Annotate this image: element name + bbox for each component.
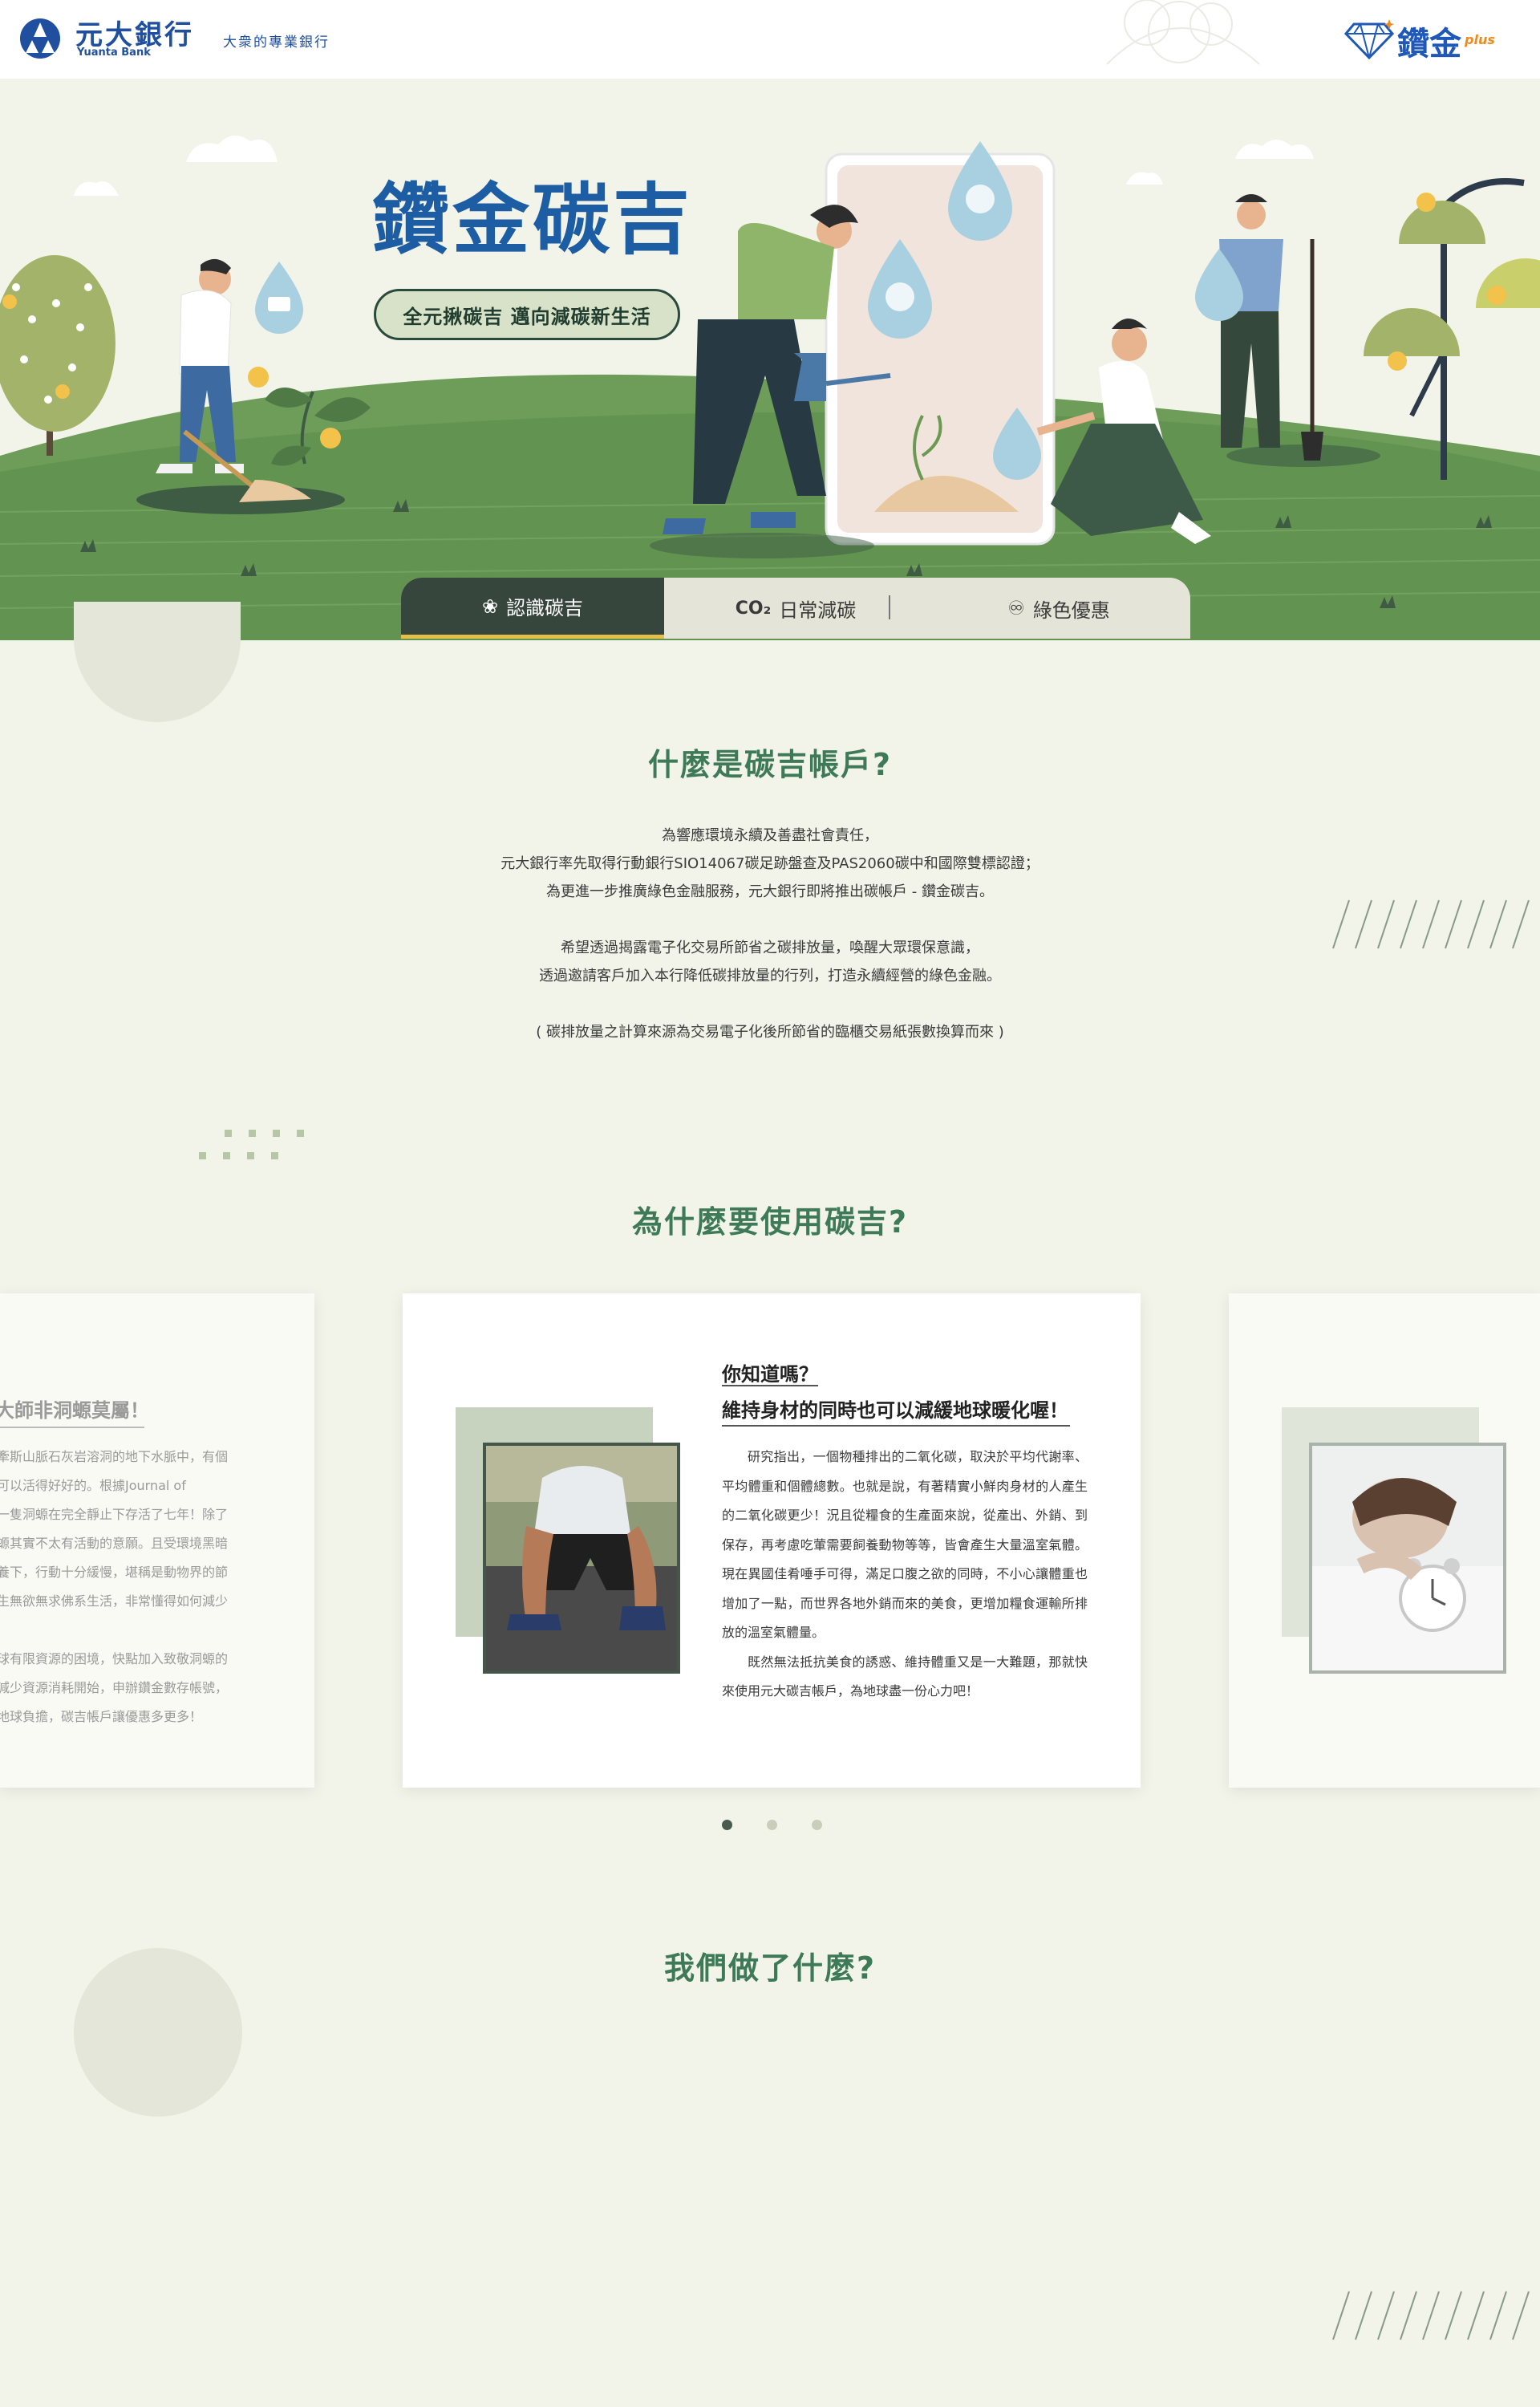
co2-icon: CO₂ <box>735 598 772 619</box>
tab-label: 認識碳吉 <box>506 597 584 619</box>
tab-label: 綠色優惠 <box>1032 599 1110 622</box>
tab-green-offers[interactable]: ♾ 綠色優惠 <box>927 578 1190 639</box>
header-floral-decoration <box>1106 0 1260 65</box>
heading-underline <box>0 1427 144 1428</box>
question-underline <box>722 1385 818 1386</box>
card-paragraph: 既然無法抵抗美食的誘惑、維持體重又是一大難題，那就快來使用元大碳吉帳戶，為地球盡… <box>722 1654 1088 1699</box>
bank-tagline: 大衆的專業銀行 <box>223 35 330 51</box>
about-line: 透過邀請客戶加入本行降低碳排放量的行列，打造永續經營的綠色金融。 <box>539 968 1001 984</box>
decor-circle <box>74 602 241 722</box>
about-line: 希望透過揭露電子化交易所節省之碳排放量，喚醒大眾環保意識， <box>561 940 979 956</box>
hero-title: 鑽金碳吉 <box>372 175 693 265</box>
prev-card-line: 螈其實不太有活動的意願。且受環境黑暗 <box>0 1536 229 1551</box>
decor-dots <box>199 1130 304 1159</box>
card-body: 研究指出，一個物種排出的二氧化碳，取決於平均代謝率、平均體重和個體總數。也就是說… <box>722 1443 1088 1707</box>
tab-divider <box>889 595 890 619</box>
heading-underline <box>722 1425 1070 1427</box>
why-title: 為什麼要使用碳吉? <box>631 1204 909 1240</box>
carousel-dot-1[interactable] <box>722 1820 732 1830</box>
leaf-icon: ❀ <box>481 595 499 618</box>
prev-card-line: 地球負擔，碳吉帳戶讓優惠多更多！ <box>0 1709 203 1724</box>
discount-icon: ♾ <box>1007 597 1025 619</box>
prev-card-line: 球有限資源的困境，快點加入致敬洞螈的 <box>0 1651 229 1666</box>
prev-card-line: 牽斯山脈石灰岩溶洞的地下水脈中，有個 <box>0 1449 229 1464</box>
prev-card-line: 可以活得好好的。根據Journal of <box>0 1478 186 1493</box>
card-question: 你知道嗎？ <box>722 1363 818 1386</box>
card-heading: 維持身材的同時也可以減緩地球暖化喔！ <box>722 1399 1068 1422</box>
hero-banner: 鑽金碳吉 全元揪碳吉 邁向減碳新生活 <box>0 79 1540 640</box>
carousel-card-current[interactable]: 你知道嗎？ 維持身材的同時也可以減緩地球暖化喔！ 研究指出，一個物種排出的二氧化… <box>403 1293 1141 1788</box>
alarm-clock-photo <box>1309 1443 1506 1674</box>
yuanta-logo-icon[interactable] <box>18 18 63 59</box>
sleeping-girl-image-icon <box>1312 1446 1503 1670</box>
prev-card-line: 養下，行動十分緩慢，堪稱是動物界的節 <box>0 1565 229 1580</box>
prev-card-line: 減少資源消耗開始，申辦鑽金數存帳號， <box>0 1680 229 1695</box>
exercise-photo <box>483 1443 680 1674</box>
carousel-dot-2[interactable] <box>767 1820 777 1830</box>
diamond-icon[interactable] <box>1344 19 1394 61</box>
tab-about-carbon[interactable]: ❀ 認識碳吉 <box>401 578 664 639</box>
runner-image-icon <box>486 1446 677 1670</box>
decor-slashes <box>1332 2291 1530 2340</box>
tab-label: 日常減碳 <box>779 599 857 622</box>
about-note: ( 碳排放量之計算來源為交易電子化後所節省的臨櫃交易紙張數換算而來 ) <box>536 1024 1004 1041</box>
partner-logo-text[interactable]: 鑽金 <box>1397 18 1461 64</box>
hero-slogan: 全元揪碳吉 邁向減碳新生活 <box>374 289 680 340</box>
about-line: 元大銀行率先取得行動銀行SIO14067碳足跡盤查及PAS2060碳中和國際雙標… <box>500 855 1040 872</box>
about-title: 什麼是碳吉帳戶? <box>647 747 893 782</box>
bank-name-en: Yuanta Bank <box>77 47 151 59</box>
section-tabs: ❀ 認識碳吉 CO₂ 日常減碳 ♾ 綠色優惠 <box>401 578 1190 639</box>
card-paragraph: 研究指出，一個物種排出的二氧化碳，取決於平均代謝率、平均體重和個體總數。也就是說… <box>722 1449 1088 1640</box>
partner-logo-plus: plus <box>1465 32 1495 47</box>
about-line: 為更進一步推廣綠色金融服務，元大銀行即將推出碳帳戶 - 鑽金碳吉。 <box>546 883 994 900</box>
carousel-card-next[interactable] <box>1229 1293 1540 1788</box>
about-line: 為響應環境永續及善盡社會責任， <box>662 827 878 844</box>
what-title: 我們做了什麼? <box>663 1950 877 1986</box>
carousel-card-prev[interactable]: 大師非洞螈莫屬！ 牽斯山脈石灰岩溶洞的地下水脈中，有個 可以活得好好的。根據Jo… <box>0 1293 314 1788</box>
prev-card-line: 一隻洞螈在完全靜止下存活了七年！除了 <box>0 1507 229 1522</box>
site-header: 元大銀行 Yuanta Bank 大衆的專業銀行 鑽金 plus <box>0 0 1540 79</box>
tab-daily-reduction[interactable]: CO₂ 日常減碳 <box>664 578 927 639</box>
carousel-dot-3[interactable] <box>812 1820 822 1830</box>
hero-illustration <box>0 79 1540 640</box>
prev-card-heading: 大師非洞螈莫屬！ <box>0 1399 149 1422</box>
prev-card-line: 生無欲無求佛系生活，非常懂得如何減少 <box>0 1593 229 1609</box>
